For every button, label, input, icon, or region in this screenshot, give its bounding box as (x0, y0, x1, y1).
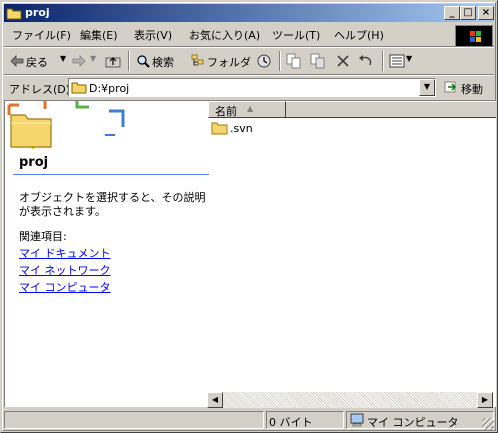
folder-icon (211, 122, 228, 135)
column-header-name[interactable]: 名前 ▲ (208, 101, 286, 118)
title-bar[interactable]: proj _ □ × (4, 4, 494, 22)
search-button-label: 検索 (152, 56, 174, 69)
forward-arrow-icon (72, 55, 86, 67)
search-button[interactable]: 検索 (134, 52, 184, 70)
resize-grip[interactable] (482, 418, 494, 430)
address-bar: アドレス(D) D:¥proj ▼ 移動 (4, 76, 494, 100)
back-button[interactable]: 戻る ▼ (8, 52, 70, 70)
close-button[interactable]: × (478, 6, 494, 20)
history-icon (257, 54, 271, 68)
column-header-filler (286, 101, 496, 118)
go-button-label: 移動 (461, 83, 483, 96)
toolbar-separator (382, 51, 384, 71)
link-my-documents[interactable]: マイ ドキュメント (19, 245, 111, 261)
delete-icon (337, 55, 349, 67)
forward-button[interactable]: ▼ (70, 52, 102, 70)
delete-button[interactable] (334, 52, 352, 70)
menu-file[interactable]: ファイル(F) (12, 27, 71, 43)
undo-icon (359, 55, 372, 66)
scroll-right-button[interactable]: ▶ (477, 392, 493, 408)
copy-to-button[interactable] (309, 52, 329, 70)
views-icon (389, 54, 405, 68)
status-panel-main (4, 411, 264, 429)
windows-logo-icon (455, 25, 493, 47)
horizontal-scrollbar[interactable]: ◀ ▶ (207, 392, 493, 408)
column-name-label: 名前 (215, 105, 237, 118)
undo-button[interactable] (357, 52, 377, 70)
address-value: D:¥proj (89, 82, 130, 95)
address-dropdown-button[interactable]: ▼ (419, 79, 435, 96)
menu-tools[interactable]: ツール(T) (272, 27, 320, 43)
window-title: proj (25, 6, 50, 19)
folder-icon (71, 82, 87, 94)
related-heading: 関連項目: (19, 230, 67, 243)
status-size: 0 バイト (269, 416, 313, 429)
maximize-button[interactable]: □ (460, 6, 476, 20)
toolbar-separator (279, 51, 281, 71)
pane-divider (13, 174, 209, 175)
status-panel-size: 0 バイト (266, 411, 344, 429)
address-field[interactable]: D:¥proj ▼ (68, 78, 436, 97)
status-panel-zone: マイ コンピュータ (346, 411, 494, 429)
pane-folder-name: proj (19, 155, 49, 170)
toolbar: 戻る ▼ ▼ 検索 フォルダ ▼ (4, 48, 494, 74)
copy-to-icon (310, 53, 325, 69)
link-my-computer[interactable]: マイ コンピュータ (19, 279, 111, 295)
folders-icon (191, 54, 204, 66)
folders-button-label: フォルダ (207, 56, 251, 69)
folder-icon (6, 8, 22, 20)
menu-favorites[interactable]: お気に入り(A) (189, 27, 260, 43)
pane-description: オブジェクトを選択すると、その説明が表示されます。 (19, 191, 206, 218)
menu-view[interactable]: 表示(V) (134, 27, 172, 43)
address-label: アドレス(D) (9, 83, 71, 96)
details-pane: proj オブジェクトを選択すると、その説明が表示されます。 関連項目: マイ … (5, 101, 209, 407)
forward-dropdown-icon[interactable]: ▼ (90, 54, 96, 63)
status-location: マイ コンピュータ (367, 416, 459, 429)
back-arrow-icon (10, 55, 24, 67)
toolbar-separator (128, 51, 130, 71)
status-bar: 0 バイト マイ コンピュータ (4, 410, 494, 430)
content-area: proj オブジェクトを選択すると、その説明が表示されます。 関連項目: マイ … (4, 100, 496, 407)
menu-bar: ファイル(F) 編集(E) 表示(V) お気に入り(A) ツール(T) ヘルプ(… (4, 23, 454, 45)
up-folder-icon (105, 57, 121, 68)
list-header: 名前 ▲ (208, 101, 496, 118)
menu-edit[interactable]: 編集(E) (80, 27, 118, 43)
link-my-network[interactable]: マイ ネットワーク (19, 262, 111, 278)
back-dropdown-icon[interactable]: ▼ (60, 54, 66, 63)
pane-folder-graphic (7, 101, 125, 149)
move-to-icon (286, 53, 301, 69)
up-button[interactable] (104, 52, 124, 70)
history-button[interactable] (255, 52, 275, 70)
file-name: .svn (230, 122, 253, 135)
explorer-window: proj _ □ × ファイル(F) 編集(E) 表示(V) お気に入り(A) … (0, 0, 498, 433)
scroll-left-button[interactable]: ◀ (207, 392, 223, 408)
minimize-button[interactable]: _ (444, 6, 460, 20)
views-dropdown-icon[interactable]: ▼ (406, 54, 412, 63)
my-computer-icon (350, 413, 364, 427)
views-button[interactable]: ▼ (388, 52, 416, 70)
folders-button[interactable]: フォルダ (189, 52, 251, 70)
menu-help[interactable]: ヘルプ(H) (334, 27, 384, 43)
sort-ascending-icon: ▲ (247, 104, 254, 113)
back-button-label: 戻る (26, 56, 48, 69)
search-icon (137, 55, 150, 68)
move-to-button[interactable] (285, 52, 305, 70)
go-arrow-icon (444, 81, 457, 93)
